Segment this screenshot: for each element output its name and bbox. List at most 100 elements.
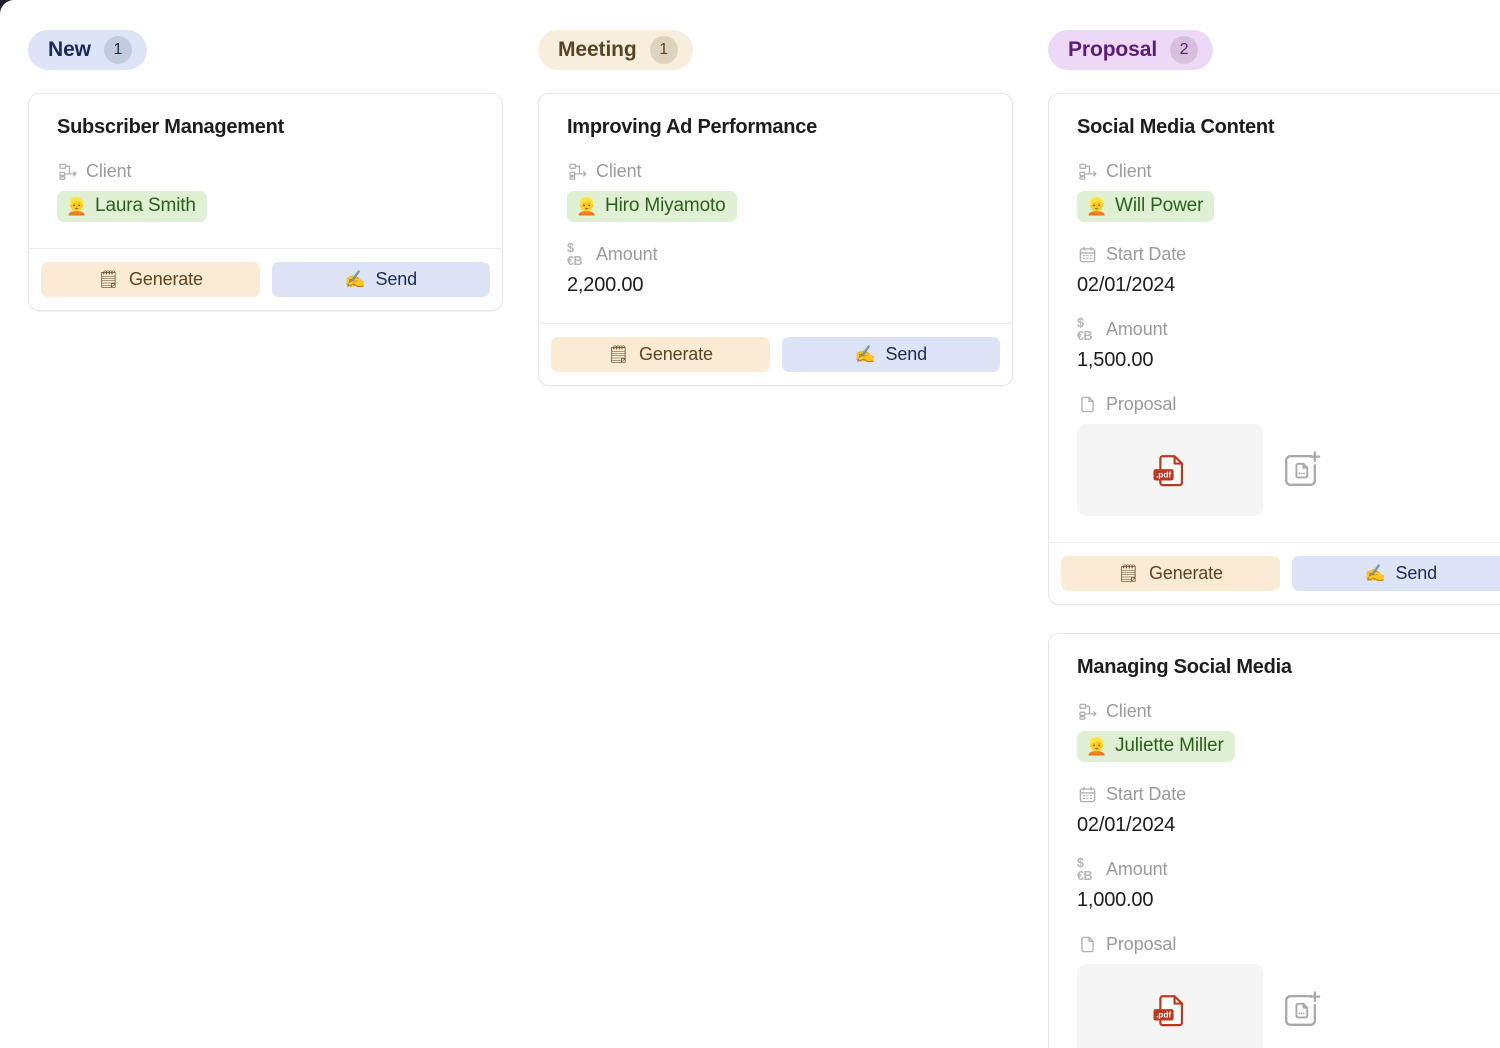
client-chip[interactable]: 👱 Juliette Miller xyxy=(1077,731,1235,762)
card-field-client: Client 👱 Juliette Miller xyxy=(1077,701,1494,762)
card-actions: 🗒 Generate ✍️ Send xyxy=(29,248,502,310)
kanban-card[interactable]: Improving Ad Performance Client 👱 Hiro Miya… xyxy=(538,93,1013,386)
column-header-proposal[interactable]: Proposal 2 xyxy=(1048,30,1214,70)
field-label-row: Client xyxy=(57,161,474,182)
field-label-row: $€B Amount xyxy=(567,242,984,267)
field-value: 2,200.00 xyxy=(567,274,644,296)
svg-text:.pdf: .pdf xyxy=(1156,1011,1171,1020)
field-label-text: Start Date xyxy=(1106,784,1187,804)
attachment-row: .pdf xyxy=(1077,964,1494,1048)
file-icon xyxy=(1077,395,1097,415)
field-value: 1,500.00 xyxy=(1077,349,1154,371)
kanban-card[interactable]: Social Media Content Client 👱 Will Power Sta… xyxy=(1048,93,1500,605)
kanban-column-meeting: Meeting 1 Improving Ad Performance Client 👱 H… xyxy=(510,0,1020,1048)
card-field-proposal: Proposal .pdf xyxy=(1077,394,1494,516)
relation-icon xyxy=(567,162,587,182)
person-avatar-icon: 👱 xyxy=(1086,736,1108,756)
field-label-row: Start Date xyxy=(1077,784,1494,805)
column-card-list: Improving Ad Performance Client 👱 Hiro Miya… xyxy=(538,93,1020,386)
send-button[interactable]: ✍️ Send xyxy=(1291,556,1500,591)
client-name: Hiro Miyamoto xyxy=(605,195,726,216)
currency-glyph: $€B xyxy=(1077,316,1093,343)
currency-icon: $€B xyxy=(567,242,587,267)
column-card-list: Subscriber Management Client 👱 Laura Smith 🗒… xyxy=(28,93,510,311)
card-field-amount: $€B Amount 2,200.00 xyxy=(567,242,984,297)
field-label-text: Proposal xyxy=(1106,934,1177,954)
card-field-amount: $€B Amount 1,500.00 xyxy=(1077,316,1494,372)
field-label-text: Client xyxy=(1106,701,1152,721)
calendar-icon xyxy=(1077,785,1097,805)
writing-hand-icon: ✍️ xyxy=(1364,564,1386,583)
field-label-row: Client xyxy=(1077,701,1494,722)
send-button[interactable]: ✍️ Send xyxy=(781,337,1000,372)
client-name: Juliette Miller xyxy=(1115,735,1224,756)
currency-icon: $€B xyxy=(1077,856,1097,883)
relation-icon xyxy=(1077,702,1097,722)
kanban-card[interactable]: Subscriber Management Client 👱 Laura Smith 🗒… xyxy=(28,93,503,311)
field-label-text: Client xyxy=(596,161,642,181)
card-title: Improving Ad Performance xyxy=(567,116,817,138)
column-header-new[interactable]: New 1 xyxy=(28,30,147,70)
card-body: Social Media Content Client 👱 Will Power Sta… xyxy=(1049,94,1500,542)
column-title: New xyxy=(48,38,91,61)
field-label-text: Client xyxy=(1106,161,1152,181)
send-button-label: Send xyxy=(1395,563,1438,583)
relation-icon xyxy=(57,162,77,182)
card-field-proposal: Proposal .pdf xyxy=(1077,934,1494,1048)
card-body: Improving Ad Performance Client 👱 Hiro Miya… xyxy=(539,94,1012,323)
column-title: Proposal xyxy=(1068,38,1158,61)
card-field-client: Client 👱 Laura Smith xyxy=(57,161,474,222)
attachment-row: .pdf xyxy=(1077,424,1494,516)
generate-button[interactable]: 🗒 Generate xyxy=(41,262,260,297)
card-field-client: Client 👱 Will Power xyxy=(1077,161,1494,222)
kanban-board: New 1 Subscriber Management Client 👱 Laura Sm… xyxy=(0,0,1500,1048)
column-title: Meeting xyxy=(558,38,637,61)
card-title: Subscriber Management xyxy=(57,116,285,138)
kanban-column-proposal: Proposal 2 Social Media Content Client 👱 Will… xyxy=(1020,0,1500,1048)
client-name: Will Power xyxy=(1115,195,1204,216)
generate-button[interactable]: 🗒 Generate xyxy=(551,337,770,372)
client-chip[interactable]: 👱 Laura Smith xyxy=(57,191,207,222)
card-actions: 🗒 Generate ✍️ Send xyxy=(1049,542,1500,604)
card-field-amount: $€B Amount 1,000.00 xyxy=(1077,856,1494,912)
field-label-text: Client xyxy=(86,161,132,181)
pdf-attachment-thumbnail[interactable]: .pdf xyxy=(1077,964,1263,1048)
currency-glyph: $€B xyxy=(1077,856,1093,883)
add-file-icon[interactable] xyxy=(1278,447,1324,493)
field-label-row: $€B Amount xyxy=(1077,316,1494,343)
field-label-text: Start Date xyxy=(1106,244,1187,264)
add-file-icon[interactable] xyxy=(1278,987,1324,1033)
person-avatar-icon: 👱 xyxy=(576,196,598,216)
card-title: Social Media Content xyxy=(1077,116,1275,138)
card-body: Managing Social Media Client 👱 Juliette Mil… xyxy=(1049,634,1500,1048)
column-card-list: Social Media Content Client 👱 Will Power Sta… xyxy=(1048,93,1500,1048)
field-value: 1,000.00 xyxy=(1077,889,1154,911)
client-chip[interactable]: 👱 Hiro Miyamoto xyxy=(567,191,737,222)
field-label-text: Proposal xyxy=(1106,394,1177,414)
field-label-row: Proposal xyxy=(1077,394,1494,415)
field-label-row: Client xyxy=(1077,161,1494,182)
field-label-text: Amount xyxy=(1106,319,1168,339)
kanban-column-new: New 1 Subscriber Management Client 👱 Laura Sm… xyxy=(0,0,510,1048)
generate-button[interactable]: 🗒 Generate xyxy=(1061,556,1280,591)
send-button[interactable]: ✍️ Send xyxy=(271,262,490,297)
column-header-meeting[interactable]: Meeting 1 xyxy=(538,30,693,70)
field-value: 02/01/2024 xyxy=(1077,274,1176,296)
relation-icon xyxy=(1077,162,1097,182)
card-field-client: Client 👱 Hiro Miyamoto xyxy=(567,161,984,222)
field-label-text: Amount xyxy=(1106,859,1168,879)
send-button-label: Send xyxy=(885,344,928,364)
client-chip[interactable]: 👱 Will Power xyxy=(1077,191,1215,222)
field-label-row: Proposal xyxy=(1077,934,1494,955)
field-label-row: Start Date xyxy=(1077,244,1494,265)
generate-button-label: Generate xyxy=(129,269,203,289)
field-label-text: Amount xyxy=(596,244,658,264)
pdf-attachment-thumbnail[interactable]: .pdf xyxy=(1077,424,1263,516)
client-name: Laura Smith xyxy=(95,195,196,216)
send-button-label: Send xyxy=(375,269,418,289)
kanban-card[interactable]: Managing Social Media Client 👱 Juliette Mil… xyxy=(1048,633,1500,1048)
generate-button-label: Generate xyxy=(639,344,713,364)
document-icon: 🗒 xyxy=(607,345,630,364)
field-label-row: Client xyxy=(567,161,984,182)
svg-text:.pdf: .pdf xyxy=(1156,471,1171,480)
